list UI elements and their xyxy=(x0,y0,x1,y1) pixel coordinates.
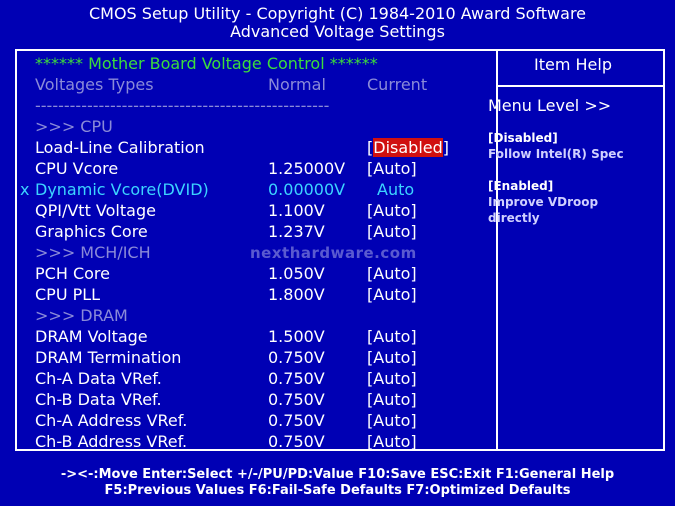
setting-normal: 1.500V xyxy=(268,327,325,346)
setting-label: Graphics Core xyxy=(35,222,148,241)
setting-label: Ch-A Address VRef. xyxy=(35,411,188,430)
app-title: CMOS Setup Utility - Copyright (C) 1984-… xyxy=(88,4,587,23)
setting-label: Load-Line Calibration xyxy=(35,138,205,157)
col-header-current: Current xyxy=(367,75,428,94)
setting-normal: 0.00000V xyxy=(268,180,346,199)
footer-keys-line-1: -><-:Move Enter:Select +/-/PU/PD:Value F… xyxy=(60,467,615,482)
help-enabled-tag: [Enabled] xyxy=(488,179,554,193)
setting-normal: 0.750V xyxy=(268,411,325,430)
footer-keys-line-2: F5:Previous Values F6:Fail-Safe Defaults… xyxy=(104,483,571,498)
setting-normal: 0.750V xyxy=(268,369,325,388)
help-enabled-desc-1: Improve VDroop xyxy=(488,195,599,209)
setting-normal: 0.750V xyxy=(268,432,325,451)
setting-value[interactable]: [Auto] xyxy=(367,348,417,368)
page-subtitle: Advanced Voltage Settings xyxy=(230,22,445,41)
setting-normal: 1.25000V xyxy=(268,159,346,178)
selected-value-highlight[interactable]: Disabled xyxy=(373,138,443,157)
col-header-type: Voltages Types xyxy=(35,75,154,94)
setting-label: Ch-B Address VRef. xyxy=(35,432,188,451)
help-panel-title: Item Help xyxy=(534,55,612,74)
unavailable-marker: x xyxy=(20,180,30,199)
setting-label: PCH Core xyxy=(35,264,110,283)
help-header-divider xyxy=(498,85,665,87)
group-label-cpu: >>> CPU xyxy=(35,117,113,136)
setting-value[interactable]: [Auto] xyxy=(367,285,417,305)
section-title: ****** Mother Board Voltage Control ****… xyxy=(35,54,378,73)
watermark: nexthardware.com xyxy=(250,244,417,262)
setting-label: Dynamic Vcore(DVID) xyxy=(35,180,209,199)
help-enabled-desc-2: directly xyxy=(488,211,540,225)
setting-label: DRAM Termination xyxy=(35,348,182,367)
setting-value[interactable]: [Disabled] xyxy=(367,138,449,158)
setting-label: DRAM Voltage xyxy=(35,327,148,346)
help-disabled-tag: [Disabled] xyxy=(488,131,558,145)
group-label-dram: >>> DRAM xyxy=(35,306,128,325)
setting-value: Auto xyxy=(377,180,415,199)
help-disabled-block: [Disabled] Follow Intel(R) Spec xyxy=(488,130,624,162)
group-label-mch-ich: >>> MCH/ICH xyxy=(35,243,151,262)
setting-normal: 0.750V xyxy=(268,390,325,409)
setting-normal: 0.750V xyxy=(268,348,325,367)
setting-normal: 1.800V xyxy=(268,285,325,304)
setting-label: Ch-B Data VRef. xyxy=(35,390,162,409)
setting-normal: 1.237V xyxy=(268,222,325,241)
setting-value[interactable]: [Auto] xyxy=(367,432,417,452)
col-header-normal: Normal xyxy=(268,75,326,94)
setting-value[interactable]: [Auto] xyxy=(367,369,417,389)
help-disabled-desc: Follow Intel(R) Spec xyxy=(488,147,624,161)
setting-label: QPI/Vtt Voltage xyxy=(35,201,156,220)
setting-value[interactable]: [Auto] xyxy=(367,411,417,431)
menu-level: Menu Level >> xyxy=(488,96,612,115)
setting-value[interactable]: [Auto] xyxy=(367,222,417,242)
setting-label: Ch-A Data VRef. xyxy=(35,369,162,388)
setting-value[interactable]: [Auto] xyxy=(367,264,417,284)
setting-value[interactable]: [Auto] xyxy=(367,159,417,179)
setting-value[interactable]: [Auto] xyxy=(367,327,417,347)
setting-value[interactable]: [Auto] xyxy=(367,390,417,410)
setting-value[interactable]: [Auto] xyxy=(367,201,417,221)
setting-label: CPU Vcore xyxy=(35,159,119,178)
setting-normal: 1.100V xyxy=(268,201,325,220)
header-separator: ----------------------------------------… xyxy=(35,96,330,115)
setting-normal: 1.050V xyxy=(268,264,325,283)
setting-label: CPU PLL xyxy=(35,285,101,304)
help-enabled-block: [Enabled] Improve VDroop directly xyxy=(488,178,598,226)
